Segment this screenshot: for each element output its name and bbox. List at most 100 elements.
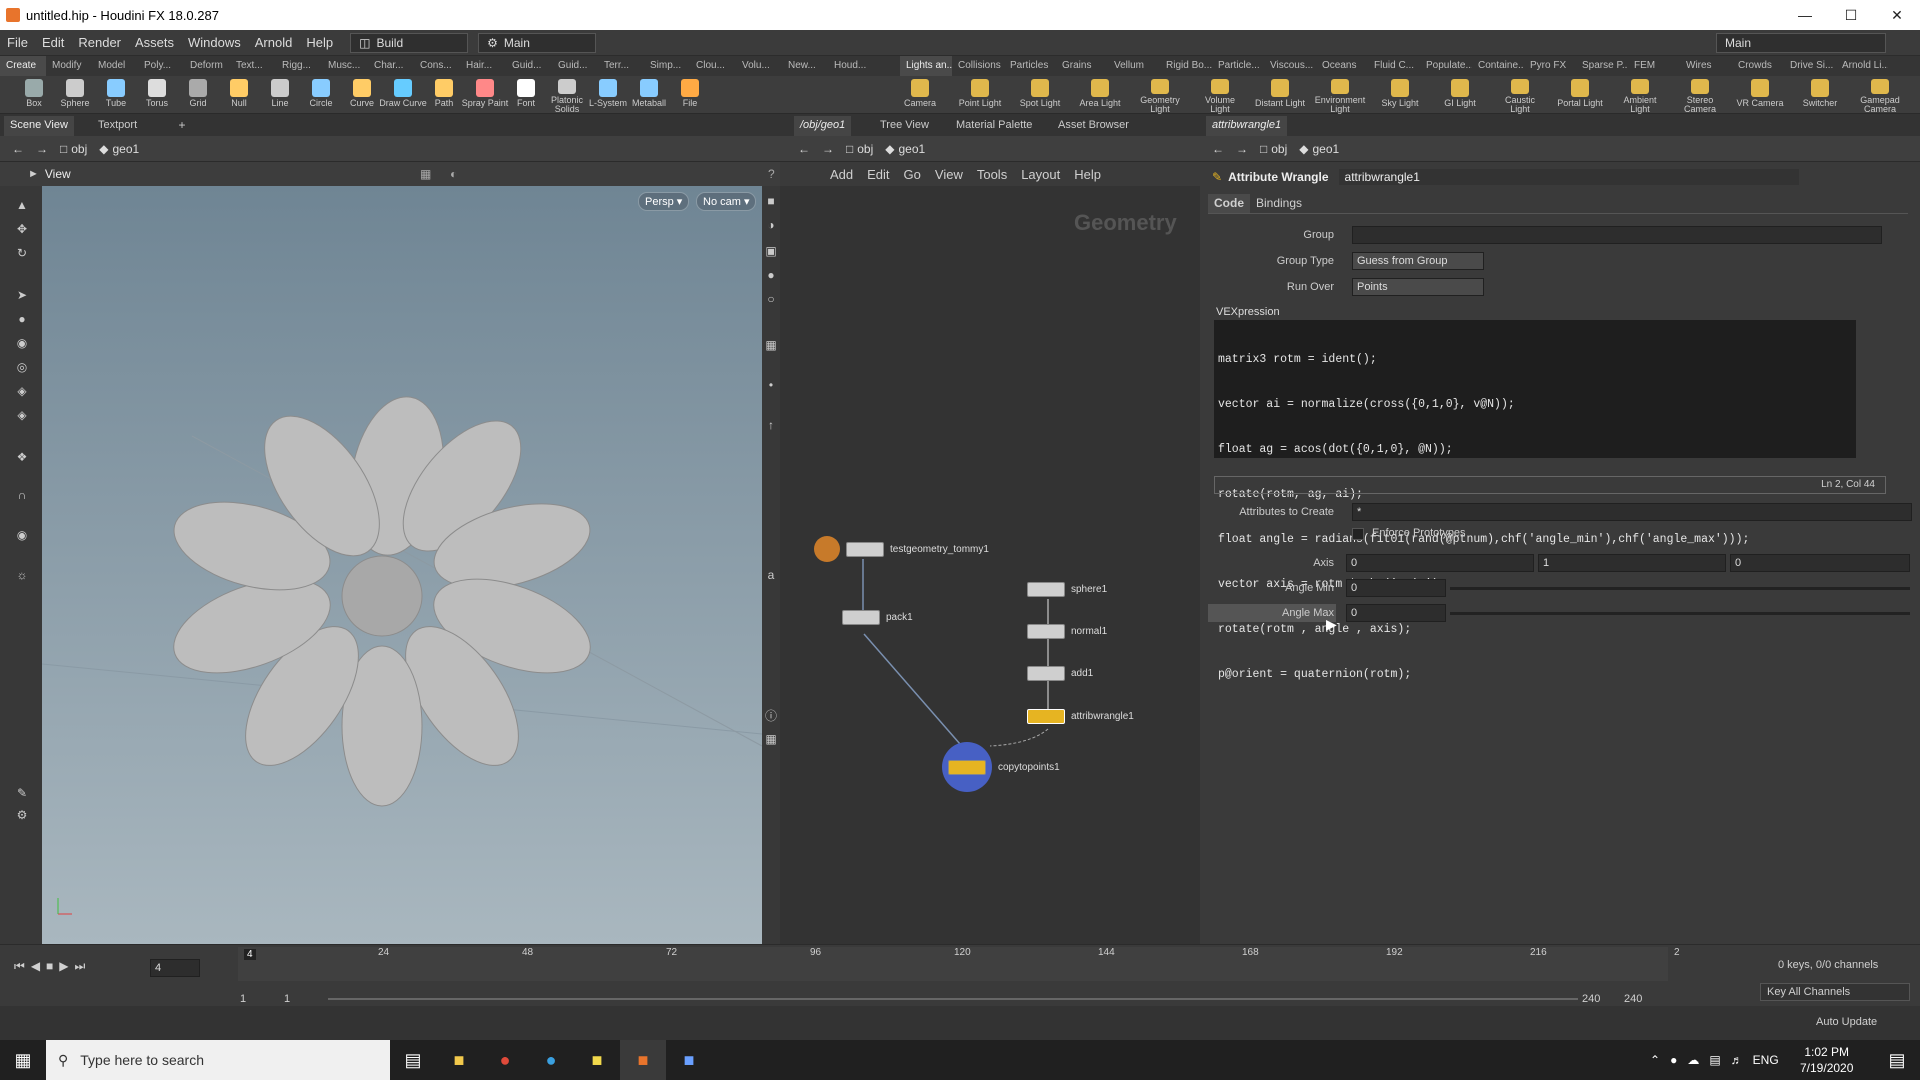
shelf-tab[interactable]: Terr... bbox=[598, 56, 644, 76]
menu-edit[interactable]: Edit bbox=[35, 35, 71, 50]
shelf-tab[interactable]: New... bbox=[782, 56, 828, 76]
pointer-icon[interactable]: ➤ bbox=[12, 286, 32, 304]
display-options-icon[interactable]: ▦ bbox=[420, 167, 431, 181]
shelf-tool[interactable]: Point Light bbox=[954, 76, 1006, 114]
shelf-tab[interactable]: Viscous... bbox=[1264, 56, 1316, 76]
help-icon[interactable]: ? bbox=[768, 167, 775, 181]
stop-icon[interactable]: ■ bbox=[46, 959, 53, 974]
settings-icon[interactable]: ⚙ bbox=[12, 806, 32, 824]
notifications-icon[interactable]: ▤ bbox=[1874, 1040, 1920, 1080]
point-display-icon[interactable]: • bbox=[761, 376, 781, 394]
shelf-tab[interactable]: Deform bbox=[184, 56, 230, 76]
node-add[interactable]: add1 bbox=[1027, 666, 1093, 681]
menu-file[interactable]: File bbox=[0, 35, 35, 50]
shelf-tab[interactable]: Vellum bbox=[1108, 56, 1160, 76]
paint-icon[interactable]: ◈ bbox=[12, 406, 32, 424]
rotate-tool-icon[interactable]: ↻ bbox=[12, 244, 32, 262]
shelf-tab[interactable]: Particle... bbox=[1212, 56, 1264, 76]
shelf-tool[interactable]: Switcher bbox=[1794, 76, 1846, 114]
shelf-tool[interactable]: Environment Light bbox=[1314, 76, 1366, 114]
cloud-icon[interactable]: ☁ bbox=[1687, 1053, 1699, 1067]
shelf-tab[interactable]: Simp... bbox=[644, 56, 690, 76]
key-all-channels-button[interactable]: Key All Channels bbox=[1760, 983, 1910, 1001]
path-obj[interactable]: □ obj bbox=[60, 142, 87, 156]
range-end-2[interactable]: 240 bbox=[1624, 993, 1642, 1005]
shelf-tool[interactable]: Distant Light bbox=[1254, 76, 1306, 114]
jump-end-icon[interactable]: ⏭ bbox=[75, 959, 86, 974]
current-frame-field[interactable]: 4 bbox=[150, 959, 200, 977]
clock[interactable]: 1:02 PM 7/19/2020 bbox=[1800, 1044, 1853, 1076]
display-icon[interactable]: ■ bbox=[761, 192, 781, 210]
shelf-tab[interactable]: Musc... bbox=[322, 56, 368, 76]
shelf-tab[interactable]: Guid... bbox=[506, 56, 552, 76]
edge-icon[interactable]: ● bbox=[528, 1040, 574, 1080]
shelf-tab[interactable]: Poly... bbox=[138, 56, 184, 76]
enforce-prototypes-checkbox[interactable] bbox=[1352, 528, 1364, 540]
param-path-obj[interactable]: □ obj bbox=[1260, 142, 1287, 156]
attributes-field[interactable]: * bbox=[1352, 503, 1912, 521]
back-icon[interactable]: ← bbox=[12, 142, 24, 156]
shelf-tool[interactable]: File bbox=[664, 76, 716, 114]
shelf-tab[interactable]: Rigid Bo... bbox=[1160, 56, 1212, 76]
param-back-icon[interactable]: ← bbox=[1212, 142, 1224, 156]
camera-tool-icon[interactable]: ◉ bbox=[12, 526, 32, 544]
move-tool-icon[interactable]: ✥ bbox=[12, 220, 32, 238]
range-start-2[interactable]: 1 bbox=[284, 993, 290, 1005]
shelf-tool[interactable]: Sky Light bbox=[1374, 76, 1426, 114]
light-icon[interactable]: ● bbox=[761, 266, 781, 284]
lock-camera-icon[interactable]: ▣ bbox=[761, 242, 781, 260]
chrome-icon[interactable]: ● bbox=[482, 1040, 528, 1080]
text-display-icon[interactable]: a bbox=[761, 566, 781, 584]
range-start[interactable]: 1 bbox=[240, 993, 246, 1005]
shelf-tab[interactable]: Drive Si... bbox=[1784, 56, 1836, 76]
shelf-tool[interactable]: Volume Light bbox=[1194, 76, 1246, 114]
shelf-tab[interactable]: Pyro FX bbox=[1524, 56, 1576, 76]
path-geo1[interactable]: ◆ geo1 bbox=[99, 142, 139, 156]
normal-display-icon[interactable]: ↑ bbox=[761, 416, 781, 434]
node-normal[interactable]: normal1 bbox=[1027, 624, 1107, 639]
scale-icon[interactable]: ❖ bbox=[12, 448, 32, 466]
sticky-notes-icon[interactable]: ■ bbox=[574, 1040, 620, 1080]
app-icon[interactable]: ■ bbox=[666, 1040, 712, 1080]
frame-marker[interactable]: 4 bbox=[244, 949, 256, 960]
tab-parameters[interactable]: attribwrangle1 bbox=[1206, 116, 1288, 136]
language-indicator[interactable]: ENG bbox=[1753, 1053, 1779, 1067]
shelf-tool[interactable]: Camera bbox=[894, 76, 946, 114]
3d-viewport[interactable]: Persp ▾ No cam ▾ bbox=[42, 186, 762, 944]
maximize-button[interactable]: ☐ bbox=[1828, 0, 1874, 30]
vex-code-editor[interactable]: matrix3 rotm = ident(); vector ai = norm… bbox=[1214, 320, 1856, 681]
shelf-tab[interactable]: Char... bbox=[368, 56, 414, 76]
group-field[interactable] bbox=[1352, 226, 1882, 244]
node-copytopoints[interactable]: copytopoints1 bbox=[942, 742, 1060, 792]
volume-icon[interactable]: ♬ bbox=[1731, 1053, 1743, 1067]
file-explorer-icon[interactable]: ■ bbox=[436, 1040, 482, 1080]
shelf-tab[interactable]: Houd... bbox=[828, 56, 874, 76]
grid-icon[interactable]: ▦ bbox=[761, 336, 781, 354]
shelf-tool[interactable]: Caustic Light bbox=[1494, 76, 1546, 114]
group-type-select[interactable]: Guess from Group bbox=[1352, 252, 1484, 270]
node-sphere[interactable]: sphere1 bbox=[1027, 582, 1107, 597]
runset-select[interactable]: ⚙ Main bbox=[478, 32, 597, 53]
view-label[interactable]: View bbox=[45, 167, 71, 181]
shelf-tab[interactable]: Wires bbox=[1680, 56, 1732, 76]
shelf-tab[interactable]: Grains bbox=[1056, 56, 1108, 76]
node-attribwrangle[interactable]: attribwrangle1 bbox=[1027, 709, 1134, 724]
add-tab-icon[interactable]: + bbox=[172, 116, 192, 134]
shelf-tab[interactable]: Containe... bbox=[1472, 56, 1524, 76]
tab-bindings[interactable]: Bindings bbox=[1250, 194, 1308, 213]
angle-min-slider[interactable] bbox=[1450, 587, 1910, 590]
shelf-tab[interactable]: Sparse P... bbox=[1576, 56, 1628, 76]
shelf-tool[interactable]: Area Light bbox=[1074, 76, 1126, 114]
jump-start-icon[interactable]: ⏮ bbox=[14, 959, 25, 974]
node-name-field[interactable]: attribwrangle1 bbox=[1338, 169, 1799, 185]
magnet-icon[interactable]: ∩ bbox=[12, 486, 32, 504]
info-icon[interactable]: ⓘ bbox=[761, 706, 781, 724]
shelf-tab[interactable]: Text... bbox=[230, 56, 276, 76]
light-tool-icon[interactable]: ☼ bbox=[12, 566, 32, 584]
shelf-tool[interactable]: Ambient Light bbox=[1614, 76, 1666, 114]
shelf-tool[interactable]: Stereo Camera bbox=[1674, 76, 1726, 114]
shelf-tab[interactable]: Volu... bbox=[736, 56, 782, 76]
shelf-tab[interactable]: Fluid C... bbox=[1368, 56, 1420, 76]
shelf-tool[interactable]: Gamepad Camera bbox=[1854, 76, 1906, 114]
param-path-geo1[interactable]: ◆ geo1 bbox=[1299, 142, 1339, 156]
